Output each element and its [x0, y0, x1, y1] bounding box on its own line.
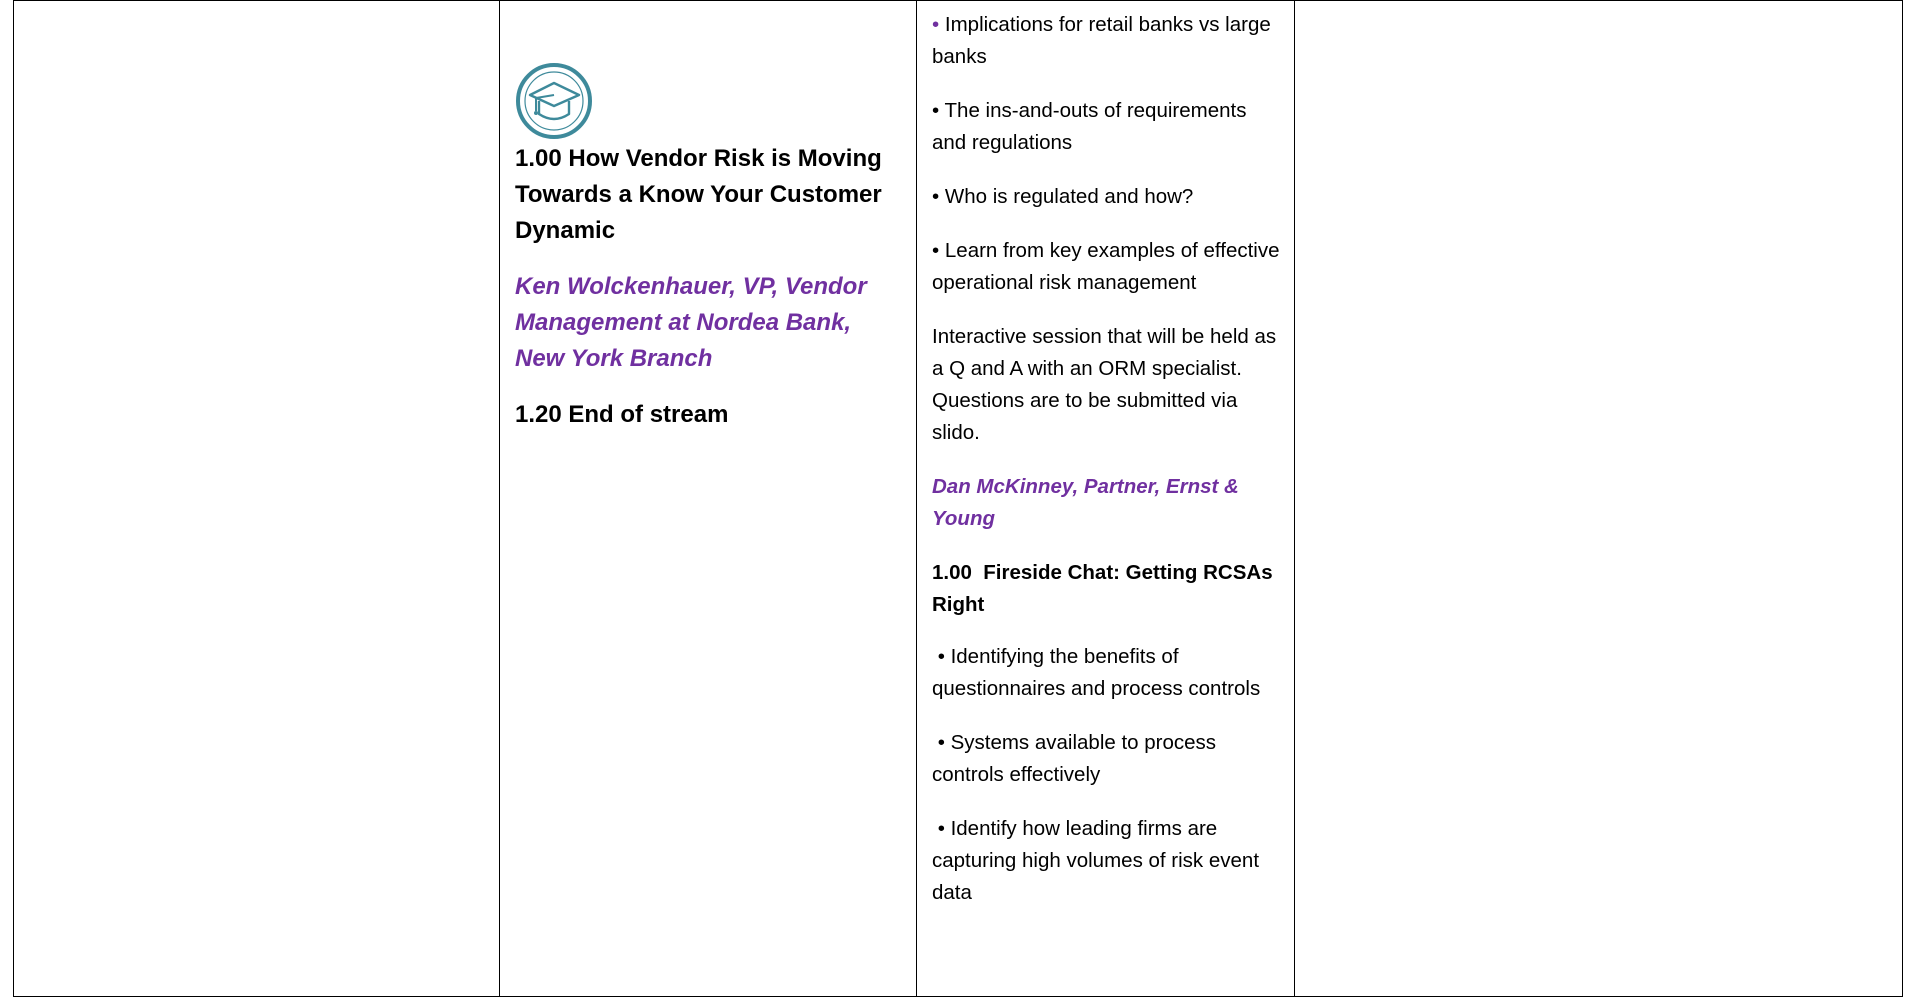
session-title: 1.00 Fireside Chat: Getting RCSAs Right	[932, 561, 1279, 616]
list-item: • Identify how leading firms are capturi…	[932, 817, 1265, 904]
list-item: • Identifying the benefits of questionna…	[932, 645, 1261, 700]
interactive-session-note: Interactive session that will be held as…	[932, 325, 1277, 444]
session-title-text: 1.00 How Vendor Risk is Moving Towards a…	[515, 145, 882, 244]
agenda-cell-empty-right	[1294, 0, 1903, 997]
end-of-stream-note: 1.20 End of stream	[515, 401, 729, 428]
agenda-table: 1.00 How Vendor Risk is Moving Towards a…	[13, 0, 1903, 997]
list-item-text: Implications for retail banks vs large b…	[932, 13, 1271, 68]
list-item-text: Who is regulated and how?	[944, 185, 1194, 208]
agenda-cell-session-orm: • Implications for retail banks vs large…	[916, 0, 1295, 997]
bullet: •	[932, 99, 940, 122]
list-item: • The ins-and-outs of requirements and r…	[932, 95, 1282, 159]
list-item: • Implications for retail banks vs large…	[932, 9, 1282, 73]
session-title: 1.00 How Vendor Risk is Moving Towards a…	[515, 61, 902, 249]
agenda-cell-session-vendor-risk: 1.00 How Vendor Risk is Moving Towards a…	[499, 0, 917, 997]
speaker-name: Ken Wolckenhauer, VP, Vendor Management …	[515, 273, 867, 372]
bullet: •	[932, 239, 940, 262]
agenda-cell-empty-left	[13, 0, 500, 997]
speaker-name: Dan McKinney, Partner, Ernst & Young	[932, 475, 1239, 530]
graduation-cap-icon	[516, 63, 592, 139]
list-item: • Learn from key examples of effective o…	[932, 235, 1282, 299]
bullet: •	[932, 13, 940, 36]
bullet: •	[932, 185, 940, 208]
list-item: • Systems available to process controls …	[932, 731, 1222, 786]
list-item-text: Learn from key examples of effective ope…	[932, 239, 1280, 294]
list-item: • Who is regulated and how?	[932, 181, 1282, 213]
agenda-row: 1.00 How Vendor Risk is Moving Towards a…	[13, 0, 1903, 997]
list-item-text: The ins-and-outs of requirements and reg…	[932, 99, 1247, 154]
